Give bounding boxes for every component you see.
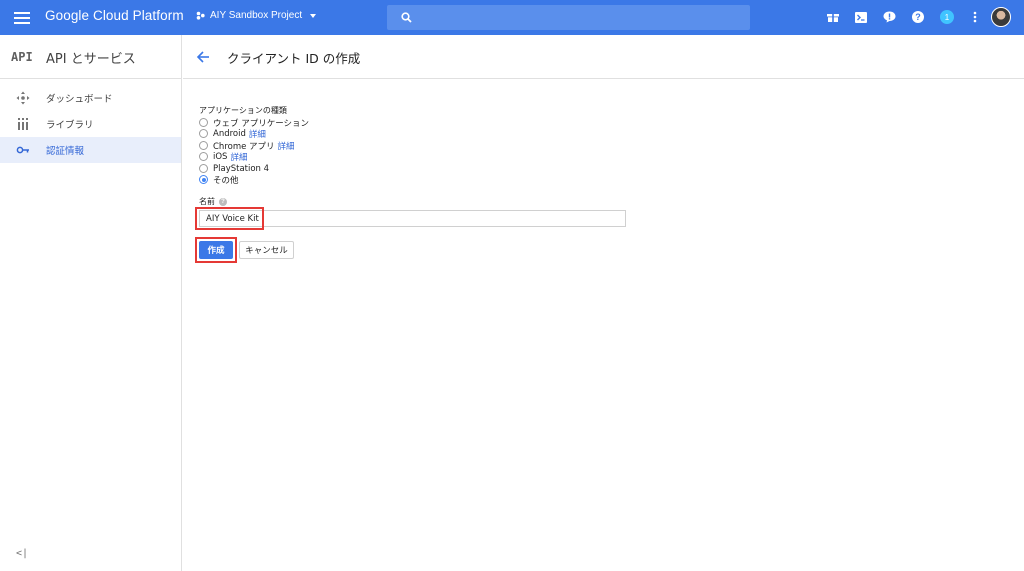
radio-option-ios[interactable]: iOS 詳細: [199, 151, 247, 163]
radio-button[interactable]: [199, 129, 208, 138]
dashboard-icon: [16, 91, 30, 105]
sidebar-item-library[interactable]: ライブラリ: [0, 111, 181, 137]
page-header: クライアント ID の作成: [183, 35, 1024, 79]
cloud-shell-icon[interactable]: [853, 9, 869, 25]
radio-label: iOS: [213, 151, 228, 162]
chevron-down-icon: [310, 13, 317, 18]
sidebar-title: API とサービス: [46, 52, 136, 67]
radio-label: PlayStation 4: [213, 163, 270, 174]
sidebar-item-label: ライブラリ: [46, 120, 94, 131]
top-bar: Google Cloud Platform AIY Sandbox Projec…: [0, 0, 1024, 35]
notification-badge[interactable]: 1: [940, 10, 954, 24]
more-vert-icon[interactable]: [967, 9, 983, 25]
cancel-button[interactable]: キャンセル: [239, 241, 294, 259]
name-label-text: 名前: [199, 197, 215, 206]
radio-button[interactable]: [199, 141, 208, 150]
project-name: AIY Sandbox Project: [210, 10, 303, 21]
collapse-sidebar-button[interactable]: <|: [16, 548, 28, 559]
project-picker[interactable]: AIY Sandbox Project: [196, 10, 317, 21]
hamburger-menu-icon[interactable]: [10, 7, 34, 29]
search-input[interactable]: [387, 5, 750, 30]
api-logo: API: [11, 50, 33, 64]
app-type-label: アプリケーションの種類: [199, 106, 287, 115]
radio-option-chrome[interactable]: Chrome アプリ 詳細: [199, 140, 295, 152]
avatar[interactable]: [991, 7, 1011, 27]
product-name[interactable]: Google Cloud Platform: [45, 8, 184, 23]
sidebar-item-label: 認証情報: [46, 146, 85, 157]
radio-label: Android: [213, 128, 246, 139]
name-input[interactable]: [199, 210, 626, 227]
name-label: 名前 ?: [199, 196, 227, 207]
gift-icon[interactable]: [825, 9, 841, 25]
radio-option-android[interactable]: Android 詳細: [199, 128, 266, 140]
details-link[interactable]: 詳細: [249, 128, 266, 140]
radio-option-playstation[interactable]: PlayStation 4: [199, 163, 269, 174]
sidebar-header: API API とサービス: [0, 35, 181, 79]
svg-text:?: ?: [915, 12, 921, 22]
sidebar-item-dashboard[interactable]: ダッシュボード: [0, 85, 181, 111]
radio-button-selected[interactable]: [199, 175, 208, 184]
radio-label: その他: [213, 175, 239, 186]
radio-option-other[interactable]: その他: [199, 174, 239, 186]
radio-button[interactable]: [199, 164, 208, 173]
back-arrow-icon[interactable]: [195, 49, 211, 65]
details-link[interactable]: 詳細: [230, 151, 247, 163]
sidebar-item-credentials[interactable]: 認証情報: [0, 137, 181, 163]
project-icon: [196, 11, 205, 20]
library-icon: [18, 118, 28, 130]
page-title: クライアント ID の作成: [227, 51, 361, 66]
sidebar-item-label: ダッシュボード: [46, 94, 113, 105]
search-icon: [401, 12, 412, 23]
feedback-icon[interactable]: [881, 9, 897, 25]
help-icon[interactable]: ?: [910, 9, 926, 25]
sidebar: API API とサービス ダッシュボード ライブラリ 認証情報 <|: [0, 35, 182, 571]
radio-button[interactable]: [199, 152, 208, 161]
key-icon: [16, 146, 29, 154]
create-button[interactable]: 作成: [199, 241, 233, 259]
radio-option-web[interactable]: ウェブ アプリケーション: [199, 117, 309, 129]
help-icon[interactable]: ?: [219, 197, 227, 206]
details-link[interactable]: 詳細: [278, 140, 295, 152]
radio-button[interactable]: [199, 118, 208, 127]
